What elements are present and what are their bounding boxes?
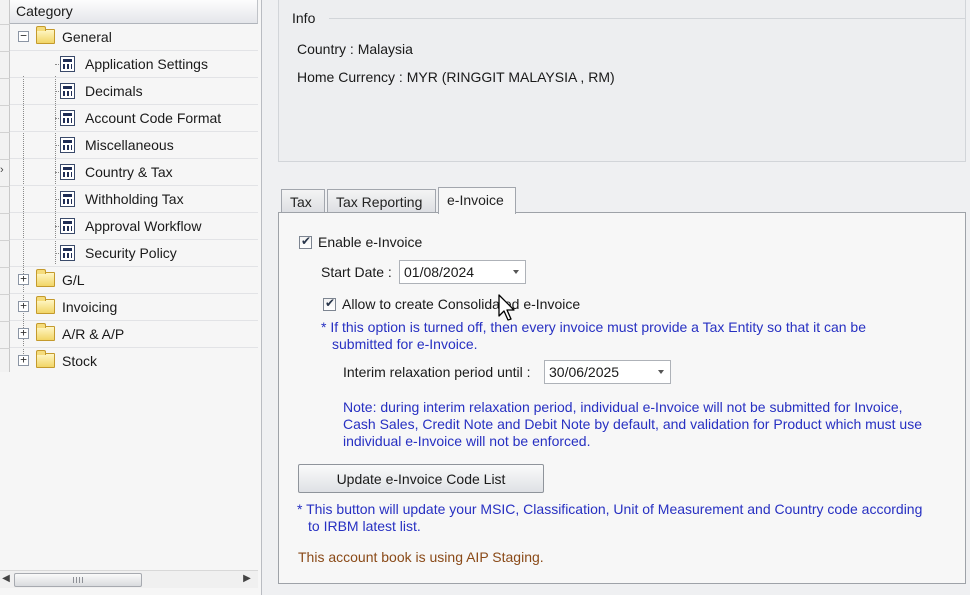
country-text: Country : Malaysia <box>297 41 413 57</box>
scroll-right-icon[interactable]: ▶ <box>240 573 254 587</box>
mouse-pointer-icon <box>498 294 515 321</box>
folder-icon <box>36 323 55 341</box>
tree-node-gl[interactable]: + G/L <box>10 267 258 294</box>
interim-note-line-1: Note: during interim relaxation period, … <box>343 399 903 415</box>
folder-icon <box>36 269 55 287</box>
scroll-left-icon[interactable]: ◀ <box>0 573 12 587</box>
category-pane: › Category − General Application Setting… <box>0 0 262 595</box>
settings-form-icon <box>60 83 75 99</box>
expand-icon[interactable]: + <box>18 300 29 312</box>
interim-label: Interim relaxation period until : <box>343 364 531 380</box>
interim-note-line-2: Cash Sales, Credit Note and Debit Note b… <box>343 416 922 432</box>
tree-item-account-code-format[interactable]: Account Code Format <box>10 105 258 132</box>
info-group: Info Country : Malaysia Home Currency : … <box>278 0 966 162</box>
tree-node-label: Invoicing <box>62 299 118 315</box>
tree-node-invoicing[interactable]: + Invoicing <box>10 294 258 321</box>
tree-item-label: Country & Tax <box>85 164 173 180</box>
tree-node-label: G/L <box>62 272 85 288</box>
settings-form-icon <box>60 164 75 180</box>
folder-icon <box>36 296 55 314</box>
tree-item-label: Security Policy <box>85 245 177 261</box>
info-legend: Info <box>289 10 319 26</box>
tree-item-label: Account Code Format <box>85 110 222 126</box>
expand-icon[interactable]: + <box>18 273 29 285</box>
tree-item-label: Decimals <box>85 83 143 99</box>
tree-item-label: Withholding Tax <box>85 191 184 207</box>
tab-tax[interactable]: Tax <box>281 189 325 213</box>
aip-staging-note: This account book is using AIP Staging. <box>298 549 544 565</box>
dropdown-arrow-icon[interactable] <box>513 270 519 274</box>
interim-note-line-3: individual e-Invoice will not be enforce… <box>343 433 591 449</box>
tree-node-label: A/R & A/P <box>62 326 125 342</box>
consolidated-note-line-1: * If this option is turned off, then eve… <box>321 319 867 335</box>
settings-form-icon <box>60 56 75 72</box>
tree-item-country-tax[interactable]: Country & Tax <box>10 159 258 186</box>
home-currency-text: Home Currency : MYR (RINGGIT MALAYSIA , … <box>297 69 615 85</box>
tree-item-application-settings[interactable]: Application Settings <box>10 51 258 78</box>
tree-empty-area <box>0 372 258 570</box>
allow-consolidated-label: Allow to create Consolidated e-Invoice <box>342 296 581 312</box>
settings-form-icon <box>60 110 75 126</box>
grip-icon <box>73 577 83 583</box>
row-indicator-icon: › <box>0 164 4 176</box>
category-header[interactable]: Category <box>10 0 258 24</box>
settings-form-icon <box>60 191 75 207</box>
category-tree: − General Application Settings Decimals … <box>10 24 258 375</box>
interim-date-picker[interactable]: 30/06/2025 <box>544 360 671 384</box>
settings-pane: Info Country : Malaysia Home Currency : … <box>263 0 970 595</box>
scrollbar-thumb[interactable] <box>14 573 142 587</box>
tree-node-ar-ap[interactable]: + A/R & A/P <box>10 321 258 348</box>
start-date-picker[interactable]: 01/08/2024 <box>399 260 526 284</box>
tree-node-label: General <box>62 29 112 45</box>
tree-item-decimals[interactable]: Decimals <box>10 78 258 105</box>
expand-icon[interactable]: + <box>18 354 29 366</box>
enable-e-invoice-label: Enable e-Invoice <box>318 234 423 250</box>
check-icon: ✔ <box>301 234 312 248</box>
check-icon: ✔ <box>325 296 336 310</box>
allow-consolidated-checkbox[interactable]: ✔ <box>323 296 336 311</box>
update-note-line-1: * This button will update your MSIC, Cla… <box>297 501 923 517</box>
tree-node-stock[interactable]: + Stock <box>10 348 258 375</box>
horizontal-scrollbar[interactable]: ◀ ▶ <box>0 570 258 588</box>
update-e-invoice-code-list-button[interactable]: Update e-Invoice Code List <box>298 464 544 493</box>
settings-form-icon <box>60 245 75 261</box>
start-date-value: 01/08/2024 <box>404 264 475 280</box>
tree-item-label: Approval Workflow <box>85 218 202 234</box>
dropdown-arrow-icon[interactable] <box>658 370 664 374</box>
row-gutter: › <box>0 0 10 372</box>
consolidated-note-line-2: submitted for e-Invoice. <box>332 336 478 352</box>
interim-date-value: 30/06/2025 <box>549 364 620 380</box>
tree-item-security-policy[interactable]: Security Policy <box>10 240 258 267</box>
tab-e-invoice[interactable]: e-Invoice <box>438 187 516 214</box>
collapse-icon[interactable]: − <box>18 30 29 42</box>
tree-item-approval-workflow[interactable]: Approval Workflow <box>10 213 258 240</box>
folder-icon <box>36 26 55 44</box>
folder-icon <box>36 350 55 368</box>
tree-item-withholding-tax[interactable]: Withholding Tax <box>10 186 258 213</box>
tree-item-label: Application Settings <box>85 56 208 72</box>
e-invoice-panel: ✔ Enable e-Invoice Start Date : 01/08/20… <box>278 212 966 584</box>
enable-e-invoice-checkbox[interactable]: ✔ <box>299 234 312 249</box>
tree-node-label: Stock <box>62 353 98 369</box>
settings-form-icon <box>60 137 75 153</box>
tree-node-general[interactable]: − General <box>10 24 258 51</box>
tab-tax-reporting[interactable]: Tax Reporting <box>327 189 436 213</box>
tree-item-label: Miscellaneous <box>85 137 174 153</box>
settings-form-icon <box>60 218 75 234</box>
update-note-line-2: to IRBM latest list. <box>308 518 421 534</box>
tree-item-miscellaneous[interactable]: Miscellaneous <box>10 132 258 159</box>
start-date-label: Start Date : <box>321 264 392 280</box>
expand-icon[interactable]: + <box>18 327 29 339</box>
